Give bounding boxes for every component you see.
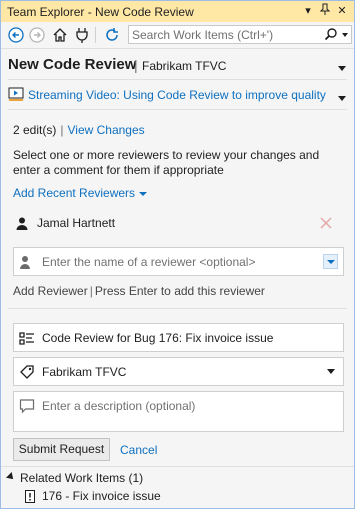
add-reviewer-instruction: Press Enter to add this reviewer	[94, 284, 265, 298]
changes-separator: |	[60, 123, 64, 137]
reviewer-name: Jamal Hartnett	[37, 216, 116, 230]
description-field[interactable]: Enter a description (optional)	[13, 391, 344, 432]
video-banner: Streaming Video: Using Code Review to im…	[8, 85, 354, 105]
toolbar-separator	[95, 27, 96, 43]
divider	[8, 308, 347, 309]
reviewer-input-field[interactable]: Enter the name of a reviewer <optional>	[13, 247, 344, 276]
add-recent-reviewers-label: Add Recent Reviewers	[13, 186, 136, 200]
view-changes-link[interactable]: View Changes	[67, 123, 144, 137]
home-icon[interactable]	[51, 26, 69, 44]
edits-count: 2 edit(s)	[13, 123, 57, 137]
cancel-link[interactable]: Cancel	[120, 443, 157, 457]
person-icon	[19, 254, 35, 270]
search-input[interactable]	[132, 27, 318, 42]
window-title: Team Explorer - New Code Review	[7, 5, 194, 19]
add-reviewer-separator: |	[89, 284, 93, 298]
work-item-label: 176 - Fix invoice issue	[42, 489, 161, 503]
close-icon[interactable]: ✕	[335, 3, 349, 19]
collapse-triangle-icon	[6, 472, 16, 482]
chevron-down-icon	[139, 191, 148, 196]
page-title: New Code Review	[8, 56, 137, 73]
title-bar: Team Explorer - New Code Review ▾ ✕	[1, 1, 354, 22]
review-title-value: Code Review for Bug 176: Fix invoice iss…	[42, 331, 274, 345]
project-value: Fabrikam TFVC	[42, 365, 127, 379]
review-title-field[interactable]: Code Review for Bug 176: Fix invoice iss…	[13, 323, 344, 352]
video-icon	[8, 87, 24, 102]
reviewer-item: Jamal Hartnett	[13, 215, 343, 233]
page-menu-dropdown-icon[interactable]	[337, 61, 347, 71]
reviewer-dropdown-icon[interactable]	[323, 254, 338, 269]
page-header: New Code Review | Fabrikam TFVC	[1, 49, 354, 79]
description-placeholder: Enter a description (optional)	[42, 399, 196, 413]
chevron-down-icon	[327, 369, 335, 374]
search-box	[128, 25, 352, 44]
search-icon[interactable]	[324, 27, 338, 42]
add-reviewer-hint: Add Reviewer | Press Enter to add this rev…	[13, 284, 265, 298]
related-work-items-title: Related Work Items (1)	[20, 471, 144, 485]
divider	[8, 79, 347, 80]
tag-icon	[19, 364, 35, 380]
streaming-video-link[interactable]: Streaming Video: Using Code Review to im…	[28, 88, 326, 102]
reviewer-input-placeholder: Enter the name of a reviewer <optional>	[42, 255, 256, 269]
review-title-icon	[19, 330, 35, 346]
connect-icon[interactable]	[73, 26, 91, 44]
search-options-dropdown-icon[interactable]	[340, 27, 350, 42]
window-dropdown-icon[interactable]: ▾	[301, 3, 315, 19]
person-icon	[16, 217, 28, 230]
bug-work-item-icon	[25, 490, 35, 503]
video-dropdown-icon[interactable]	[337, 92, 347, 101]
divider	[1, 466, 354, 467]
divider	[8, 109, 347, 110]
submit-request-button[interactable]: Submit Request	[13, 438, 110, 461]
project-select[interactable]: Fabrikam TFVC	[13, 357, 344, 386]
page-context: Fabrikam TFVC	[142, 59, 227, 73]
comment-icon	[19, 398, 35, 414]
team-explorer-window: Team Explorer - New Code Review ▾ ✕ Sear…	[0, 0, 355, 509]
remove-reviewer-icon[interactable]	[319, 216, 333, 230]
add-reviewer-label[interactable]: Add Reviewer	[13, 284, 88, 298]
instructions-text: Select one or more reviewers to review y…	[13, 148, 320, 177]
changes-summary: 2 edit(s) | View Changes	[13, 123, 145, 137]
forward-icon[interactable]	[28, 26, 46, 44]
header-separator: |	[134, 57, 138, 73]
toolbar	[1, 22, 354, 49]
pin-icon[interactable]	[318, 3, 332, 19]
refresh-icon[interactable]	[103, 26, 121, 44]
back-icon[interactable]	[7, 26, 25, 44]
add-recent-reviewers-link[interactable]: Add Recent Reviewers	[13, 186, 148, 200]
